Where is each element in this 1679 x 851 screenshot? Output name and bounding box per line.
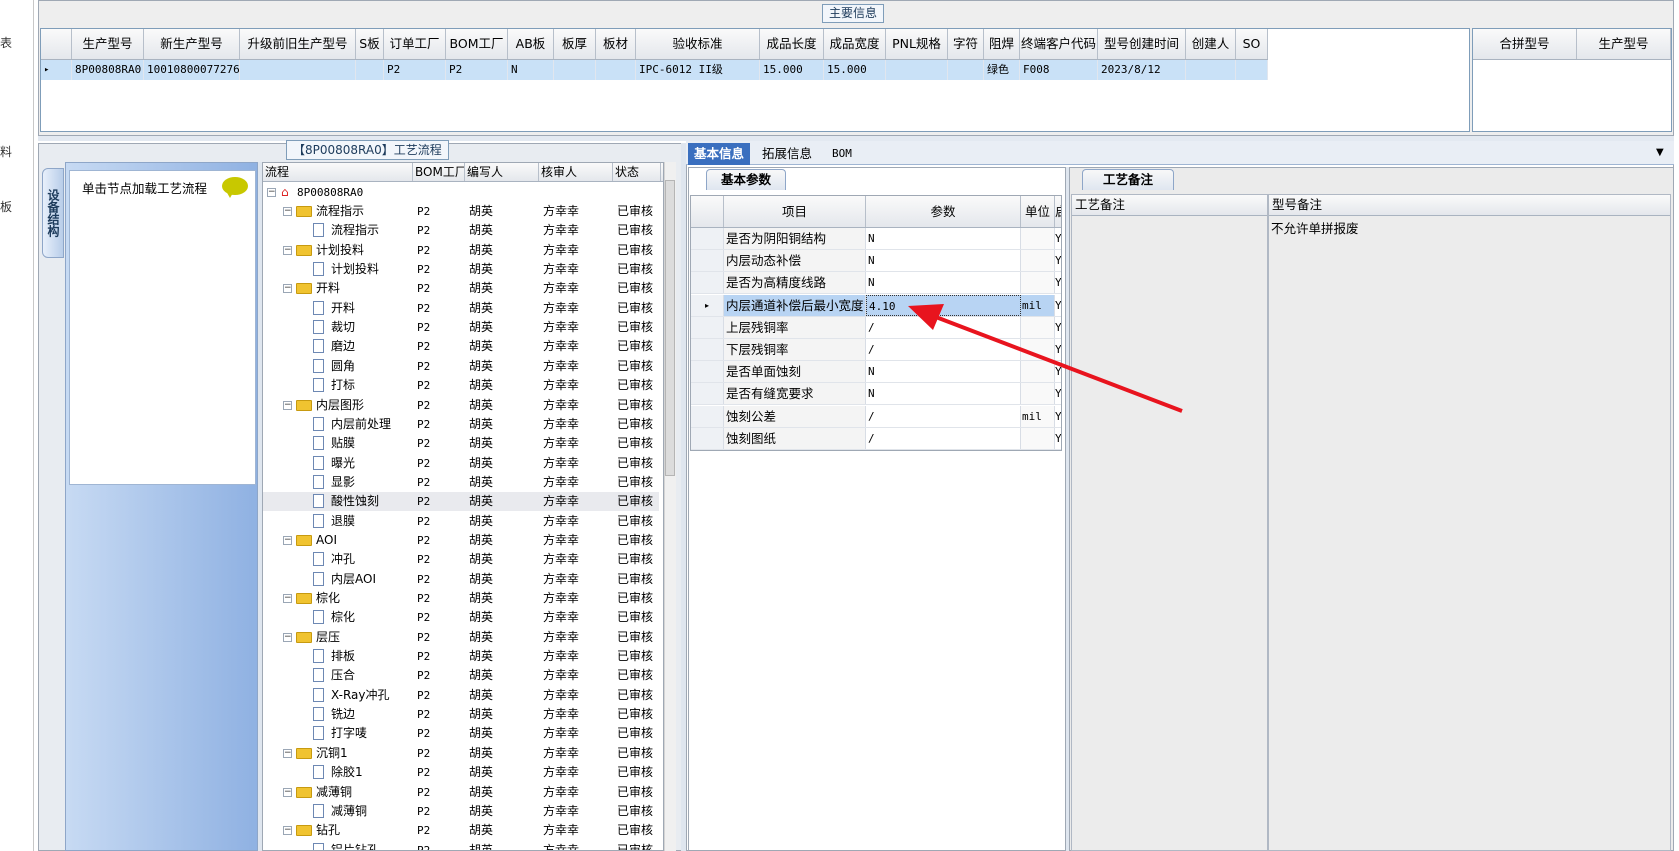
annotation-arrow <box>908 304 1183 413</box>
arrow-shaft <box>927 312 1183 413</box>
